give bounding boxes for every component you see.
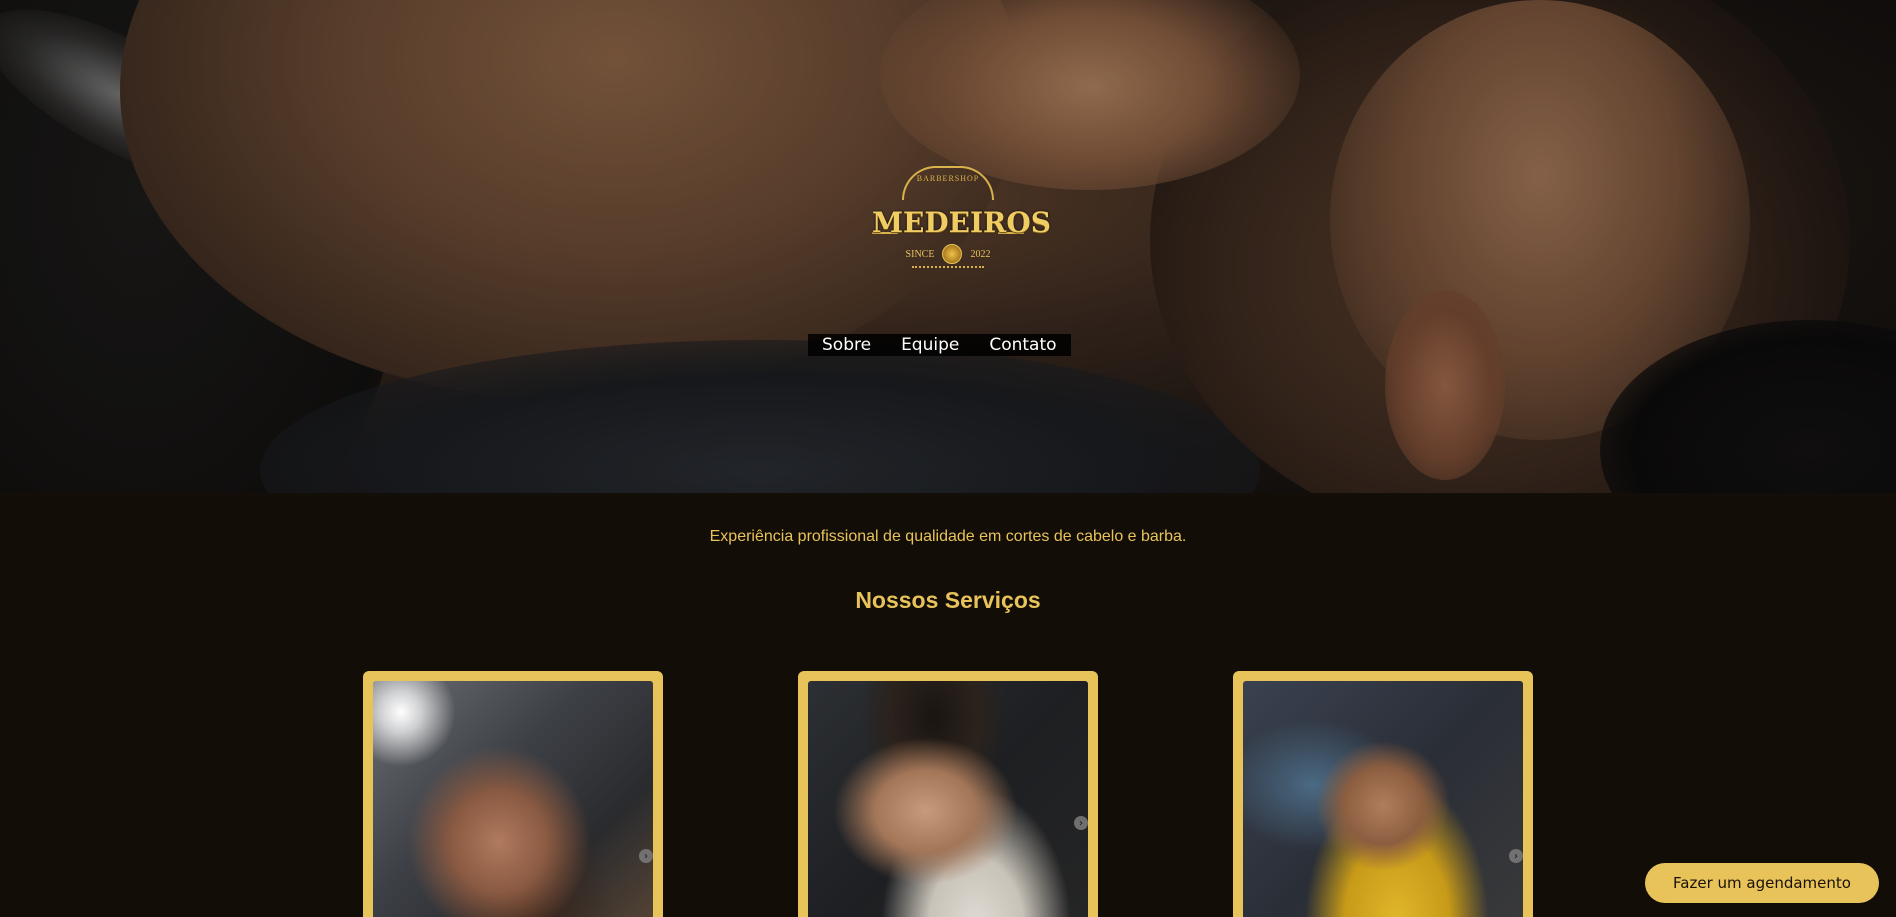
logo-bottom-ornament bbox=[912, 266, 984, 270]
service-card: › bbox=[798, 671, 1098, 917]
service-card: › bbox=[1233, 671, 1533, 917]
tagline: Experiência profissional de qualidade em… bbox=[709, 528, 1187, 545]
brand-logo: BARBERSHOP MEDEIROS SINCE 2022 bbox=[872, 166, 1051, 272]
logo-arch bbox=[902, 166, 994, 200]
logo-since-row: SINCE 2022 bbox=[872, 244, 1024, 264]
logo-since-year: 2022 bbox=[970, 248, 991, 260]
nav-item-equipe[interactable]: Equipe bbox=[901, 335, 959, 355]
schedule-button[interactable]: Fazer um agendamento bbox=[1645, 863, 1879, 903]
nav-item-contato[interactable]: Contato bbox=[989, 335, 1056, 355]
service-photo-carousel: › bbox=[373, 681, 653, 917]
service-photo-carousel: › bbox=[1243, 681, 1523, 917]
chevron-right-icon[interactable]: › bbox=[639, 849, 653, 863]
chevron-right-icon[interactable]: › bbox=[1509, 849, 1523, 863]
hero-banner: BARBERSHOP MEDEIROS SINCE 2022 Sobre Equ… bbox=[0, 0, 1896, 493]
service-card: › bbox=[363, 671, 663, 917]
chevron-right-icon[interactable]: › bbox=[1074, 816, 1088, 830]
logo-emblem-icon bbox=[942, 244, 963, 264]
nav-item-sobre[interactable]: Sobre bbox=[822, 335, 871, 355]
logo-top-text: BARBERSHOP bbox=[916, 174, 980, 183]
logo-name: MEDEIROS bbox=[872, 206, 1051, 239]
service-photo-carousel: › bbox=[808, 681, 1088, 917]
logo-since-label: SINCE bbox=[905, 248, 935, 260]
services-title: Nossos Serviços bbox=[855, 587, 1041, 613]
main-nav: Sobre Equipe Contato bbox=[808, 334, 1071, 356]
